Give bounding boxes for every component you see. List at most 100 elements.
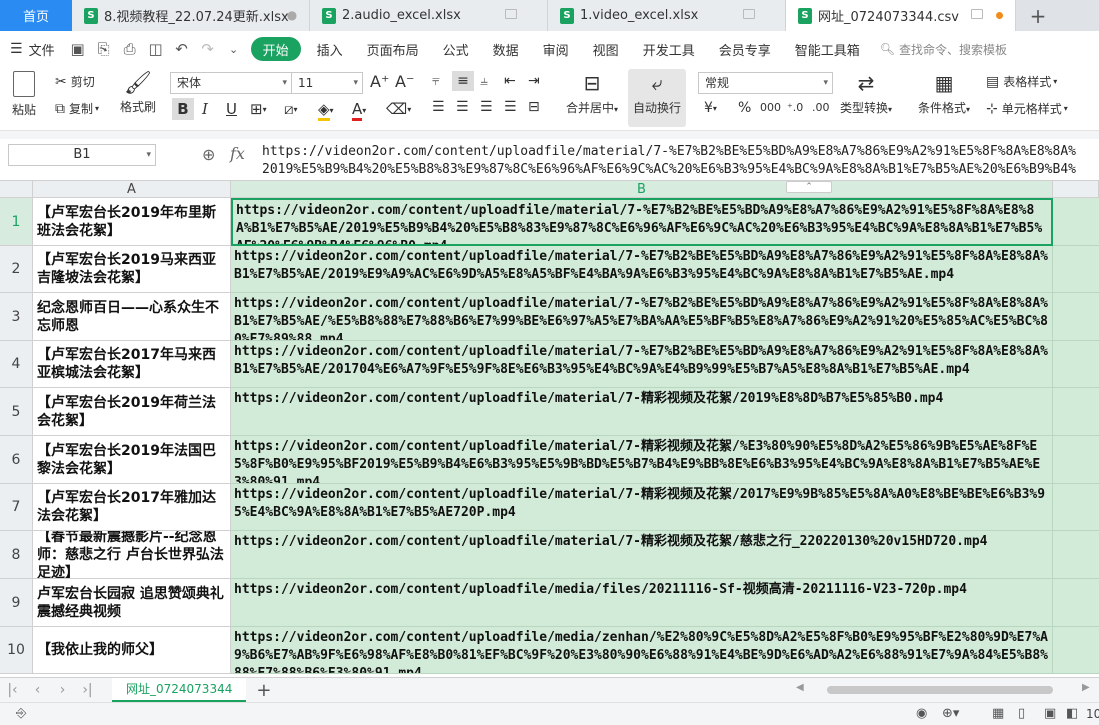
underline-button[interactable]: U — [226, 100, 237, 118]
doc-tab-audio-excel[interactable]: S 2.audio_excel.xlsx — [310, 0, 548, 31]
export-icon[interactable]: ⎘ — [91, 36, 117, 62]
cell-url[interactable]: https://videon2or.com/content/uploadfile… — [231, 484, 1053, 531]
font-size-select[interactable]: 11 ▾ — [291, 72, 363, 94]
tab-member[interactable]: 会员专享 — [707, 31, 783, 67]
cell-title[interactable]: 【卢军宏台长2017年雅加达法会花絮】 — [33, 484, 231, 531]
auto-wrap-button[interactable]: ⤶ 自动换行 — [633, 71, 681, 116]
new-tab-button[interactable]: + — [1016, 0, 1060, 31]
align-left-button[interactable]: ☰ — [432, 99, 445, 115]
print-preview-icon[interactable]: ◫ — [143, 36, 169, 62]
more-chevron-icon[interactable]: ⌄ — [221, 36, 247, 62]
bold-button[interactable]: B — [172, 98, 194, 120]
row-header[interactable]: 6 — [0, 436, 33, 484]
cell-empty[interactable] — [1053, 627, 1099, 674]
cell-empty[interactable] — [1053, 198, 1099, 246]
cell-style-button[interactable]: ⧄ ▾ — [284, 100, 298, 118]
zoom-level[interactable]: 10 — [1086, 707, 1099, 721]
tab-page-layout[interactable]: 页面布局 — [355, 31, 431, 67]
cell-title[interactable]: 【卢军宏台长2019马来西亚吉隆坡法会花絮】 — [33, 246, 231, 293]
cell-title[interactable]: 【卢军宏台长2017年马来西亚槟城法会花絮】 — [33, 341, 231, 388]
tab-review[interactable]: 审阅 — [531, 31, 581, 67]
row-header[interactable]: 3 — [0, 293, 33, 341]
font-name-select[interactable]: 宋体 ▾ — [170, 72, 292, 94]
align-right-button[interactable]: ☰ — [480, 99, 493, 115]
tab-home[interactable]: 开始 — [250, 37, 301, 61]
input-method-icon[interactable]: ⊕▾ — [942, 706, 959, 721]
number-format-select[interactable]: 常规 ▾ — [698, 72, 833, 94]
conditional-format-button[interactable]: ▦ 条件格式▾ — [918, 71, 970, 116]
zoom-in-icon[interactable]: ⊕ — [202, 145, 215, 164]
cell-empty[interactable] — [1053, 341, 1099, 388]
fx-icon[interactable]: fx — [230, 144, 245, 163]
decrease-indent-button[interactable]: ⇤ — [504, 73, 516, 89]
normal-view-icon[interactable]: ▦ — [992, 706, 1004, 721]
tab-view[interactable]: 视图 — [581, 31, 631, 67]
cell-empty[interactable] — [1053, 579, 1099, 627]
row-header[interactable]: 2 — [0, 246, 33, 293]
tab-developer[interactable]: 开发工具 — [631, 31, 707, 67]
tab-data[interactable]: 数据 — [481, 31, 531, 67]
next-sheet-icon[interactable]: › — [50, 682, 75, 698]
column-header-a[interactable]: A — [33, 181, 231, 198]
cell-title[interactable]: 纪念恩师百日——心系众生不忘师恩 — [33, 293, 231, 341]
doc-tab-video-excel[interactable]: S 1.video_excel.xlsx — [548, 0, 786, 31]
row-header[interactable]: 8 — [0, 531, 33, 579]
last-sheet-icon[interactable]: ›| — [75, 682, 100, 698]
cell-title[interactable]: 【卢军宏台长2019年布里斯班法会花絮】 — [33, 198, 231, 246]
formula-collapse-button[interactable]: ⌃ — [786, 181, 832, 193]
row-header[interactable]: 7 — [0, 484, 33, 531]
row-header[interactable]: 1 — [0, 198, 33, 246]
justify-button[interactable]: ☰ — [504, 99, 517, 115]
cell-url[interactable]: https://videon2or.com/content/uploadfile… — [231, 246, 1053, 293]
name-box[interactable]: B1 ▾ — [8, 144, 156, 166]
row-header[interactable]: 5 — [0, 388, 33, 436]
cell-title[interactable]: 卢军宏台长园寂 追思赞颂典礼 震撼经典视频 — [33, 579, 231, 627]
copy-button[interactable]: ⧉ 复制 ▾ — [55, 100, 99, 117]
cell-url[interactable]: https://videon2or.com/content/uploadfile… — [231, 531, 1053, 579]
tab-status-icon[interactable]: ● — [285, 8, 299, 22]
sheet-grid[interactable]: A B 1 【卢军宏台长2019年布里斯班法会花絮】 https://videon2… — [0, 181, 1099, 677]
column-header-c[interactable] — [1053, 181, 1099, 198]
align-top-button[interactable]: ⫧ — [432, 73, 440, 89]
format-painter-button[interactable]: 🖌︎ 格式刷 — [120, 71, 156, 115]
thousands-button[interactable]: 000 — [760, 101, 781, 114]
doc-tab-url-csv[interactable]: S 网址_0724073344.csv — [786, 0, 1016, 31]
paste-button[interactable]: 粘贴 — [12, 71, 36, 118]
scroll-right-icon[interactable]: ▶ — [1082, 682, 1090, 693]
cell-title[interactable]: 【卢军宏台长2019年法国巴黎法会花絮】 — [33, 436, 231, 484]
percent-button[interactable]: % — [738, 100, 751, 116]
page-layout-view-icon[interactable]: ▯ — [1018, 706, 1025, 721]
cell-empty[interactable] — [1053, 246, 1099, 293]
merge-center-button[interactable]: ⊟ 合并居中▾ — [566, 71, 618, 116]
row-header[interactable]: 10 — [0, 627, 33, 674]
increase-font-button[interactable]: A⁺ — [370, 72, 389, 91]
cell-url[interactable]: https://videon2or.com/content/uploadfile… — [231, 341, 1053, 388]
italic-button[interactable]: I — [202, 100, 208, 118]
formula-input[interactable]: https://videon2or.com/content/uploadfile… — [262, 143, 1099, 179]
select-all-corner[interactable] — [0, 181, 33, 198]
redo-icon[interactable]: ↷ — [195, 36, 221, 62]
reading-mode-icon[interactable]: ◧ — [1066, 706, 1078, 721]
type-convert-button[interactable]: ⇄ 类型转换▾ — [840, 71, 892, 116]
cell-url[interactable]: https://videon2or.com/content/uploadfile… — [231, 388, 1053, 436]
cell-format-button[interactable]: ⊹ 单元格样式 ▾ — [986, 100, 1068, 117]
row-header[interactable]: 9 — [0, 579, 33, 627]
clear-button[interactable]: ⌫ ▾ — [386, 100, 411, 118]
cell-title[interactable]: 【春节最新震撼影片--纪念恩师：慈悲之行 卢台长世界弘法足迹】 — [33, 531, 231, 579]
cell-empty[interactable] — [1053, 293, 1099, 341]
font-color-button[interactable]: A ▾ — [352, 100, 366, 121]
increase-decimal-button[interactable]: ⁺.0 — [787, 101, 803, 114]
currency-button[interactable]: ¥ ▾ — [704, 100, 717, 116]
file-menu-button[interactable]: ☰ 文件 — [0, 40, 65, 59]
table-style-button[interactable]: ▤ 表格样式 ▾ — [986, 73, 1057, 90]
macro-record-icon[interactable]: ⎆ — [16, 706, 26, 721]
tab-insert[interactable]: 插入 — [305, 31, 355, 67]
home-tab[interactable]: 首页 — [0, 0, 72, 31]
doc-tab-video-tutorial[interactable]: S 8.视频教程_22.07.24更新.xlsx ● — [72, 0, 310, 31]
distributed-button[interactable]: ⊟ — [528, 99, 540, 115]
align-center-button[interactable]: ☰ — [456, 99, 469, 115]
sheet-tab-active[interactable]: 网址_0724073344 — [112, 678, 247, 702]
decrease-decimal-button[interactable]: .00 — [812, 101, 830, 114]
eye-protection-icon[interactable]: ◉ — [916, 706, 927, 721]
borders-button[interactable]: ⊞ ▾ — [250, 100, 267, 118]
